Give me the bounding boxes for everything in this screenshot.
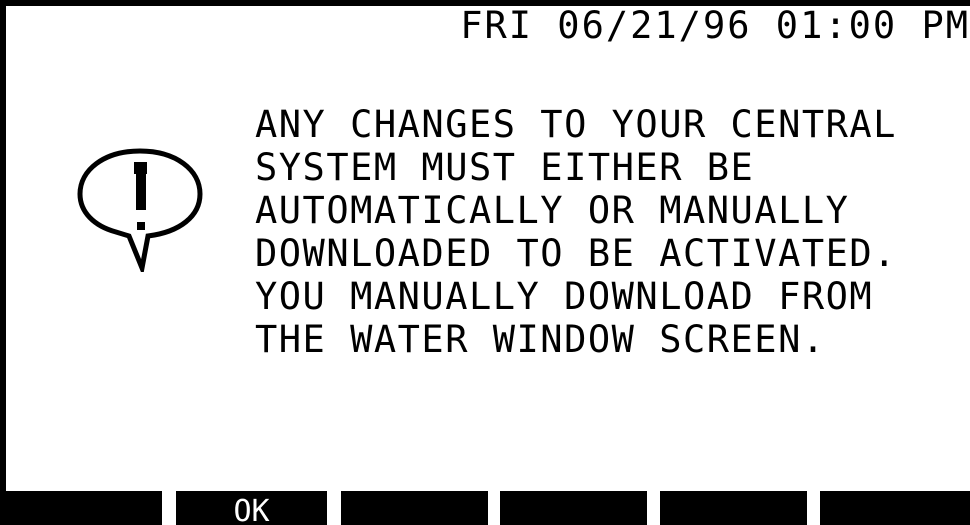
- alert-message-line: YOU MANUALLY DOWNLOAD FROM: [255, 275, 874, 318]
- alert-message: ANY CHANGES TO YOUR CENTRAL SYSTEM MUST …: [255, 103, 965, 361]
- date-time-display: FRI 06/21/96 01:00 PM: [460, 4, 970, 47]
- softkey-4[interactable]: [500, 491, 647, 525]
- exclamation-speech-bubble-icon: [77, 148, 203, 272]
- alert-message-line: THE WATER WINDOW SCREEN.: [255, 318, 826, 361]
- softkey-bar: OK: [0, 491, 970, 525]
- alert-message-line: DOWNLOADED TO BE ACTIVATED.: [255, 232, 897, 275]
- alert-message-line: SYSTEM MUST EITHER BE: [255, 146, 755, 189]
- alert-message-line: AUTOMATICALLY OR MANUALLY: [255, 189, 850, 232]
- screen-left-border: [0, 0, 6, 525]
- softkey-3[interactable]: [341, 491, 488, 525]
- softkey-1[interactable]: [0, 491, 162, 525]
- softkey-6[interactable]: [820, 491, 970, 525]
- lcd-screen: FRI 06/21/96 01:00 PM ANY CHANGES TO YOU…: [0, 0, 970, 525]
- ok-button[interactable]: OK: [176, 491, 327, 525]
- alert-message-line: ANY CHANGES TO YOUR CENTRAL: [255, 103, 897, 146]
- softkey-5[interactable]: [660, 491, 807, 525]
